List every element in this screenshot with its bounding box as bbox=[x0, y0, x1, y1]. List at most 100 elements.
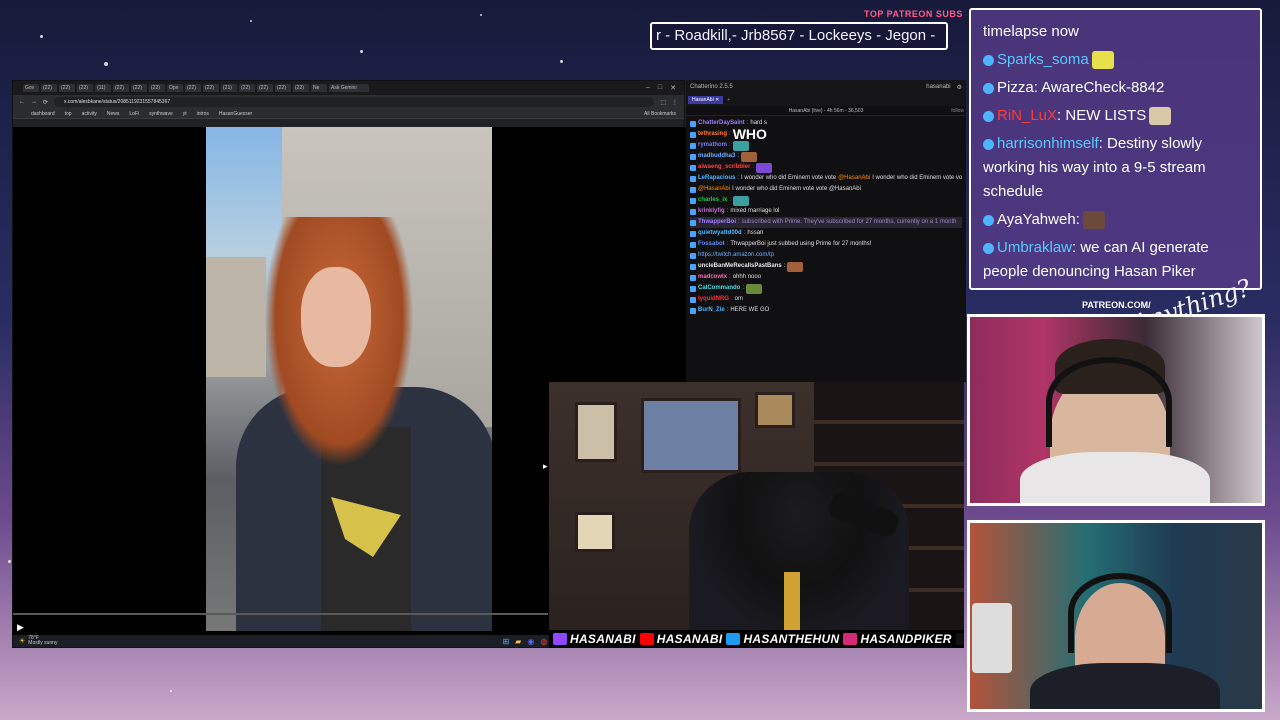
account-label[interactable]: hasanabi bbox=[926, 84, 950, 91]
bookmark-top[interactable]: top bbox=[65, 111, 72, 117]
browser-tab[interactable]: Ne bbox=[311, 84, 327, 92]
chat-message: ThwapperBoi: subscribed with Prime. They'… bbox=[690, 217, 962, 228]
overlay-chat-username: RiN_LuX bbox=[997, 107, 1058, 124]
chat-message: quietwyattd00d: hssan bbox=[690, 228, 962, 239]
browser-tab[interactable]: (22) bbox=[239, 84, 255, 92]
badge-icon bbox=[690, 285, 696, 292]
chat-username[interactable]: BurN_Zie bbox=[698, 306, 725, 315]
chat-username[interactable]: LeRapacious bbox=[698, 174, 735, 183]
browser-tab[interactable]: (22) bbox=[131, 84, 147, 92]
headphones bbox=[1068, 573, 1172, 653]
chat-username[interactable]: ChatterDaySaint bbox=[698, 119, 745, 128]
chat-username[interactable]: quietwyattd00d bbox=[698, 229, 742, 238]
chat-username[interactable]: charles_ix bbox=[698, 196, 727, 205]
bookmark-dashboard[interactable]: dashboard bbox=[31, 111, 55, 117]
headphones bbox=[1046, 357, 1172, 447]
play-icon[interactable]: ▶ bbox=[17, 622, 24, 633]
chat-username[interactable]: madcowlx bbox=[698, 273, 727, 282]
browser-tab[interactable]: (22) bbox=[149, 84, 165, 92]
reload-icon[interactable]: ⟳ bbox=[43, 99, 48, 106]
tab-hasanabi-label: HasanAbi bbox=[692, 97, 714, 103]
chat-username[interactable]: Fossabot bbox=[698, 240, 725, 249]
discord-icon[interactable]: ◉ bbox=[527, 637, 534, 646]
social-handle-text: HASANDPIKER bbox=[860, 632, 952, 646]
tab-hasanabi[interactable]: HasanAbi ✕ bbox=[688, 96, 724, 104]
badge-icon bbox=[690, 131, 696, 138]
browser-tab[interactable]: (11) bbox=[95, 84, 111, 92]
chat-username[interactable]: madbuddha3 bbox=[698, 152, 735, 161]
chat-mention[interactable]: @HasanAbi bbox=[838, 174, 870, 183]
social-handle: HAS bbox=[955, 632, 964, 646]
bookmark-yt[interactable]: yt bbox=[183, 111, 187, 117]
chat-message: aiwaeng_scribbler: bbox=[690, 162, 962, 173]
streamer-webcam bbox=[549, 382, 964, 630]
overlay-chat-message: RiN_LuX: NEW LISTS bbox=[983, 104, 1250, 128]
browser-tab[interactable]: (22) bbox=[293, 84, 309, 92]
browser-tab[interactable]: Ask Gemini bbox=[329, 84, 369, 92]
bookmark-activity[interactable]: activity bbox=[82, 111, 97, 117]
browser-tab[interactable]: (22) bbox=[185, 84, 201, 92]
dog-painting bbox=[641, 398, 741, 473]
back-icon[interactable]: ← bbox=[19, 99, 25, 105]
social-handle-text: HASANABI bbox=[656, 632, 723, 646]
browser-tab[interactable]: Ope bbox=[167, 84, 183, 92]
browser-tab[interactable]: (21) bbox=[221, 84, 237, 92]
add-tab-icon[interactable]: + bbox=[727, 97, 730, 103]
chat-username[interactable]: krinklyfig bbox=[698, 207, 725, 216]
browser-tab-bar: Gov (22) (22) (22) (11) (22) (22) (22) Ope (22) (2… bbox=[13, 81, 684, 95]
badge-icon bbox=[690, 307, 696, 314]
bookmark-lofi[interactable]: LoFi bbox=[129, 111, 139, 117]
chat-colon: : bbox=[742, 285, 745, 291]
chat-username[interactable]: ThwapperBoi bbox=[698, 218, 736, 227]
tab-list: Gov (22) (22) (22) (11) (22) (22) (22) Ope (22) (2… bbox=[23, 84, 369, 92]
sub-badge-icon bbox=[983, 54, 994, 66]
browser-tab[interactable]: Gov bbox=[23, 84, 39, 92]
chrome-icon[interactable]: ◍ bbox=[540, 637, 547, 646]
extensions-icon[interactable]: ⬚ bbox=[660, 99, 666, 106]
file-explorer-icon[interactable]: ▰ bbox=[515, 637, 521, 646]
browser-tab[interactable]: (22) bbox=[113, 84, 129, 92]
chat-big-emote-text: WHO bbox=[732, 129, 767, 140]
browser-tab[interactable]: (22) bbox=[275, 84, 291, 92]
chat-username[interactable]: CalCommando bbox=[698, 284, 740, 293]
bookmark-news[interactable]: News bbox=[107, 111, 120, 117]
overlay-chat-username: Pizza bbox=[997, 79, 1034, 96]
settings-gear-icon[interactable]: ⚙ bbox=[957, 84, 962, 91]
emote-icon bbox=[746, 283, 763, 294]
maximize-icon[interactable]: □ bbox=[658, 84, 662, 92]
chat-mention[interactable]: @HasanAbi bbox=[698, 185, 730, 194]
chat-username[interactable]: lyquidNRG bbox=[698, 295, 729, 304]
badge-icon bbox=[690, 164, 696, 171]
chat-message: LeRapacious: I wonder who did Eminem vote… bbox=[690, 173, 962, 184]
chat-colon: : bbox=[737, 153, 740, 159]
chat-colon: : bbox=[729, 131, 731, 137]
chat-username[interactable]: aiwaeng_scribbler bbox=[698, 163, 750, 172]
close-icon[interactable]: ✕ bbox=[670, 84, 676, 92]
all-bookmarks[interactable]: All Bookmarks bbox=[644, 111, 684, 117]
follow-button[interactable]: follow bbox=[951, 108, 964, 114]
url-field[interactable]: x.com/alesbkane/status/20851192315578453… bbox=[54, 97, 655, 107]
minimize-icon[interactable]: – bbox=[646, 84, 650, 92]
chat-text: ThwapperBoi just subbed using Prime for … bbox=[730, 241, 872, 247]
browser-tab[interactable]: (22) bbox=[41, 84, 57, 92]
video-progress-bar[interactable] bbox=[13, 613, 548, 615]
bookmark-hasanguesser[interactable]: HasanGuesser bbox=[219, 111, 252, 117]
browser-tab[interactable]: (22) bbox=[257, 84, 273, 92]
chat-text: subscribed with Prime. They've subscribe… bbox=[741, 219, 957, 225]
chat-username[interactable]: tethrasing bbox=[698, 130, 727, 139]
chat-colon: : bbox=[726, 208, 729, 214]
menu-icon[interactable]: ⋮ bbox=[672, 99, 678, 106]
chat-colon: : bbox=[752, 164, 755, 170]
browser-tab[interactable]: (22) bbox=[59, 84, 75, 92]
wall-poster bbox=[575, 402, 617, 462]
bookmark-synthwave[interactable]: synthwave bbox=[149, 111, 173, 117]
bookmark-intros[interactable]: intros bbox=[197, 111, 209, 117]
browser-tab[interactable]: (22) bbox=[77, 84, 93, 92]
forward-icon[interactable]: → bbox=[31, 99, 37, 105]
browser-tab[interactable]: (22) bbox=[203, 84, 219, 92]
chat-username[interactable]: rymathom bbox=[698, 141, 727, 150]
top-patreon-subs-label: TOP PATREON SUBS bbox=[864, 9, 963, 19]
chat-username[interactable]: uncleBanMeRecallsPastBans bbox=[698, 262, 782, 271]
weather-widget[interactable]: ☀ 78°F Mostly sunny bbox=[13, 636, 57, 646]
windows-start-icon[interactable]: ⊞ bbox=[502, 637, 509, 646]
